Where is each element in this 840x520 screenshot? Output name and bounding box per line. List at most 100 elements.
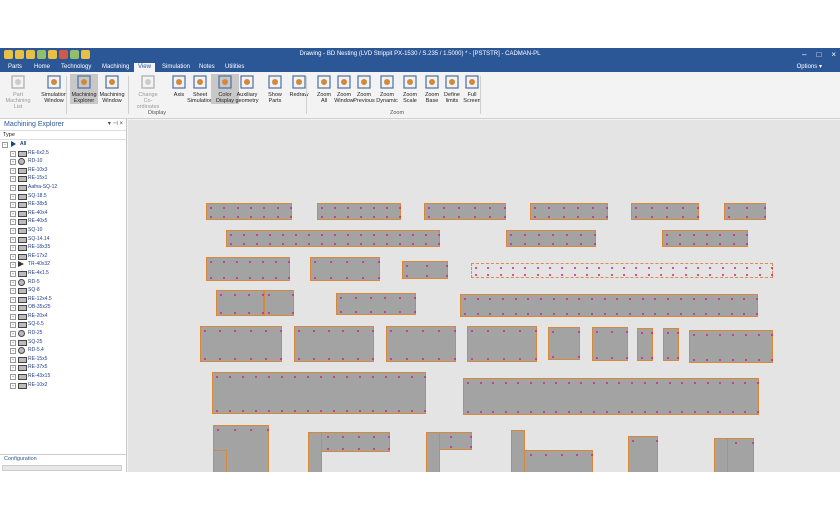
close-icon[interactable]: × [831,50,836,59]
tree-item[interactable]: + RD-5.4 [0,346,126,355]
tree-item[interactable]: + SQ-25 [0,338,126,347]
nesting-canvas[interactable] [128,120,840,472]
nested-part[interactable] [226,230,440,247]
nested-part[interactable] [212,372,426,414]
tree-item[interactable]: + RE-40x4 [0,209,126,218]
full-screen-button[interactable]: Full Screen [458,74,486,104]
nested-part[interactable] [216,290,264,316]
minimize-icon[interactable]: – [802,50,806,59]
tree-item[interactable]: + TR-40x32 [0,260,126,269]
expand-icon[interactable]: + [10,150,16,157]
nested-part[interactable] [402,261,448,279]
expand-icon[interactable]: + [10,322,16,329]
tree-root-all[interactable]: − All [0,140,126,149]
nested-part[interactable] [592,327,628,361]
tab-home[interactable]: Home [30,63,54,72]
simulation-window-button[interactable]: Simulation Window [40,74,68,104]
nested-part[interactable] [628,436,658,472]
tree-item[interactable]: + RE-37x5 [0,363,126,372]
tab-notes[interactable]: Notes [195,63,219,72]
nested-part[interactable] [548,327,580,360]
expand-icon[interactable]: + [10,219,16,226]
nested-part[interactable] [662,230,748,247]
tab-view[interactable]: View [134,63,155,72]
maximize-icon[interactable]: □ [816,50,821,59]
expand-icon[interactable]: + [10,253,16,260]
nested-part[interactable] [463,378,759,415]
list-button[interactable]: Part Machining List [4,74,32,110]
expand-icon[interactable]: + [10,348,16,355]
expand-icon[interactable]: + [10,382,16,389]
nested-part[interactable] [317,203,401,220]
redraw-button[interactable]: Redraw [285,74,313,98]
expand-icon[interactable]: + [10,331,16,338]
tree-item[interactable]: + RE-6x2.5 [0,149,126,158]
collapse-icon[interactable]: − [2,142,8,148]
coordinates-button[interactable]: Change Co-ordinates [134,74,162,110]
expand-icon[interactable]: + [10,176,16,183]
tree-item[interactable]: + RD-10 [0,157,126,166]
expand-icon[interactable]: + [10,288,16,295]
tree-item[interactable]: + OB-35x25 [0,303,126,312]
nested-part[interactable] [689,330,773,363]
nested-part[interactable] [511,430,525,472]
tab-parts[interactable]: Parts [4,63,26,72]
nested-part[interactable] [460,294,758,317]
tree-item[interactable]: + RE-15x5 [0,355,126,364]
expand-icon[interactable]: + [10,296,16,303]
expand-icon[interactable]: + [10,279,16,286]
tree-item[interactable]: + RE-18x35 [0,243,126,252]
expand-icon[interactable]: + [10,184,16,191]
nested-part[interactable] [424,203,506,220]
tree-item[interactable]: + RE-40x5 [0,217,126,226]
tree-item[interactable]: + SQ-14.14 [0,235,126,244]
tree-item[interactable]: + Aafna-SQ-12 [0,183,126,192]
sheet-simulation-button[interactable]: Sheet Simulation [186,74,214,104]
expand-icon[interactable]: + [10,262,16,269]
nested-part[interactable] [426,432,440,472]
expand-icon[interactable]: + [10,227,16,234]
expand-icon[interactable]: + [10,210,16,217]
nested-part[interactable] [294,326,374,362]
nested-part[interactable] [206,203,292,220]
expand-icon[interactable]: + [10,167,16,174]
tree-item[interactable]: + RE-43x15 [0,372,126,381]
nested-part[interactable] [663,328,679,361]
tree-item[interactable]: + RE-10x3 [0,166,126,175]
auxiliary-geometry-button[interactable]: Auxiliary geometry [233,74,261,104]
machining-explorer-button[interactable]: Machining Explorer [70,74,98,104]
tree-item[interactable]: + RE-4x1.5 [0,269,126,278]
expand-icon[interactable]: + [10,339,16,346]
nested-part[interactable] [336,293,416,315]
nested-part[interactable] [467,326,537,362]
tree-item[interactable]: + RE-15x1 [0,174,126,183]
expand-icon[interactable]: + [10,245,16,252]
nested-part[interactable] [724,203,766,220]
horizontal-scrollbar[interactable] [2,465,122,471]
expand-icon[interactable]: + [10,159,16,166]
expand-icon[interactable]: + [10,365,16,372]
nested-part[interactable] [310,257,380,281]
nested-part[interactable] [206,257,290,281]
nested-part[interactable] [714,438,728,472]
nested-part[interactable] [637,328,653,361]
tree-item[interactable]: + RD-5 [0,278,126,287]
expand-icon[interactable]: + [10,202,16,209]
tab-simulation[interactable]: Simulation [158,63,194,72]
nested-part[interactable] [213,450,227,472]
tree-item[interactable]: + RE-17x2 [0,252,126,261]
tree-item[interactable]: + SQ-10 [0,226,126,235]
tree-item[interactable]: + SQ-8 [0,286,126,295]
tree-item[interactable]: + RE-20x4 [0,312,126,321]
expand-icon[interactable]: + [10,193,16,200]
nested-part[interactable] [386,326,456,362]
tree-item[interactable]: + SQ-18.5 [0,192,126,201]
expand-icon[interactable]: + [10,305,16,312]
expand-icon[interactable]: + [10,374,16,381]
tree-item[interactable]: + SQ-6.5 [0,320,126,329]
nested-part[interactable] [506,230,596,247]
nested-part[interactable] [631,203,699,220]
tree-item[interactable]: + RD-25 [0,329,126,338]
tree-item[interactable]: + RE-12x4.5 [0,295,126,304]
tree-item[interactable]: + RE-38x5 [0,200,126,209]
